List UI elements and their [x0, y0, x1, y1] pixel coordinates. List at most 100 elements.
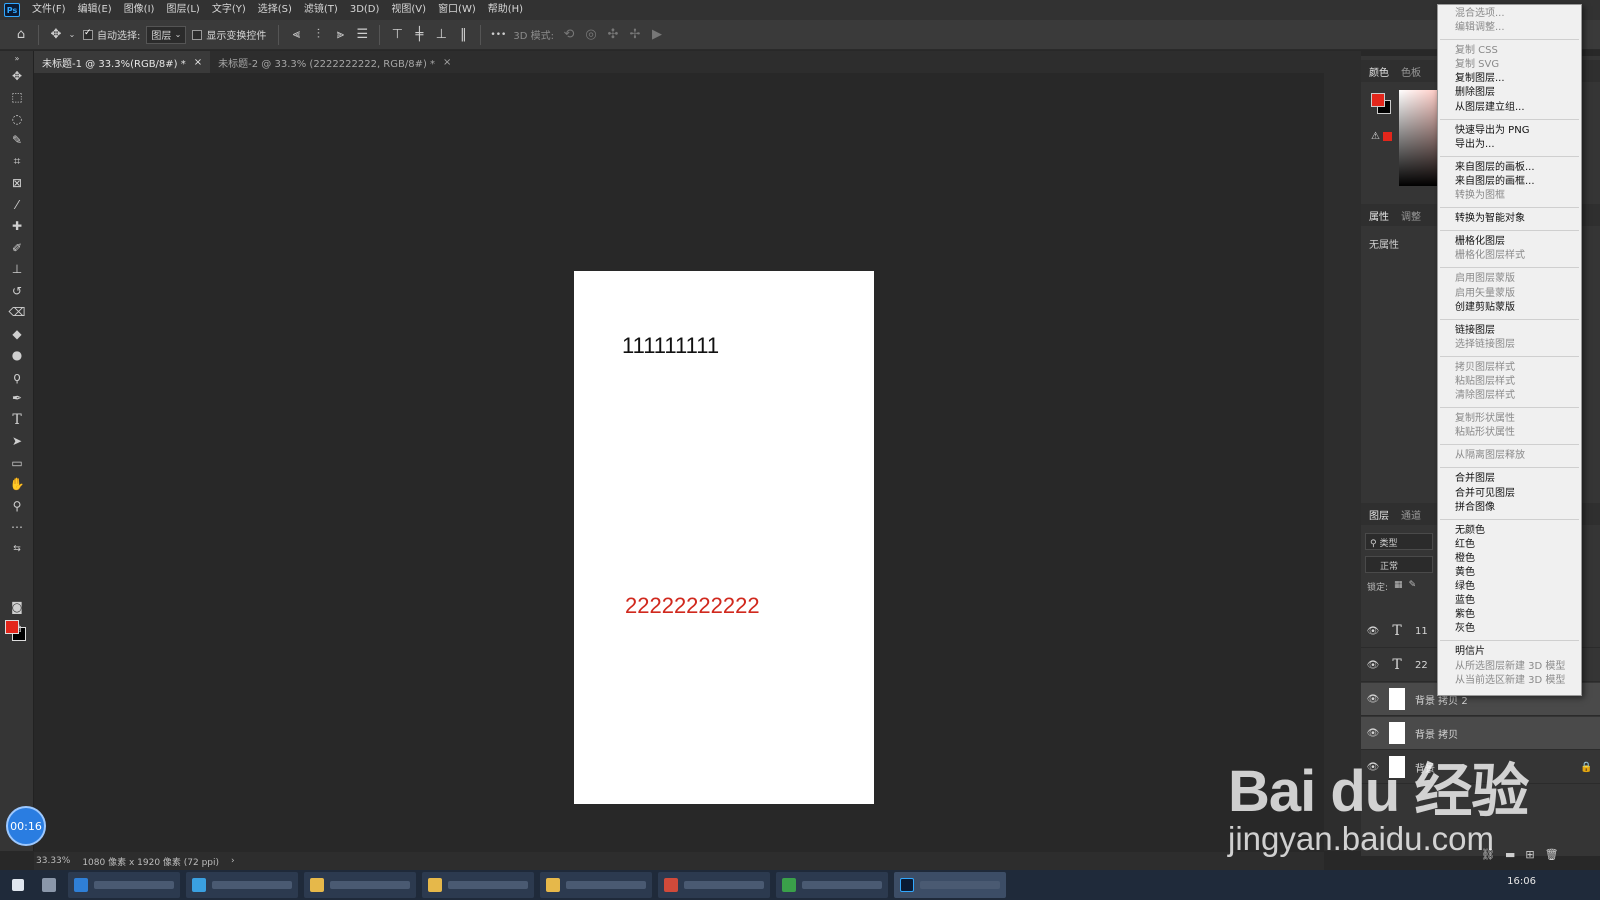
taskbar-app[interactable] — [68, 872, 180, 898]
clone-stamp-tool-icon[interactable]: ⊥ — [0, 259, 34, 281]
eye-icon[interactable]: 👁 — [1361, 762, 1385, 773]
lock-icon[interactable]: 🔒 — [1580, 762, 1600, 773]
close-icon[interactable]: × — [443, 57, 451, 68]
context-menu-item[interactable]: 蓝色 — [1438, 594, 1581, 608]
eye-icon[interactable]: 👁 — [1361, 694, 1385, 705]
context-menu-item[interactable]: 紫色 — [1438, 608, 1581, 622]
new-layer-icon[interactable]: ⊞ — [1525, 848, 1534, 861]
chevron-down-icon[interactable]: ⌄ — [67, 24, 77, 46]
taskbar-app[interactable] — [422, 872, 534, 898]
context-menu-item[interactable]: 拼合图像 — [1438, 501, 1581, 515]
document-canvas[interactable]: 111111111 22222222222 — [574, 271, 874, 804]
context-menu-item[interactable]: 橙色 — [1438, 552, 1581, 566]
layer-filter-select[interactable]: ⚲ 类型 — [1365, 533, 1433, 550]
tab-document-1[interactable]: 未标题-1 @ 33.3%(RGB/8#) * × — [34, 51, 211, 73]
color-panel-foreground-swatch[interactable] — [1371, 93, 1385, 107]
distribute-vertical-icon[interactable]: ‖ — [452, 24, 474, 46]
layer-row[interactable]: 👁 背景 🔒 — [1361, 751, 1600, 784]
distribute-icon[interactable]: ☰ — [351, 24, 373, 46]
context-menu-item[interactable]: 导出为... — [1438, 138, 1581, 152]
tab-color[interactable]: 颜色 — [1369, 64, 1389, 79]
quick-mask-icon[interactable]: ◙ — [0, 596, 34, 618]
roll-3d-icon[interactable]: ◎ — [580, 24, 602, 46]
context-menu-item[interactable]: 链接图层 — [1438, 324, 1581, 338]
menu-view[interactable]: 视图(V) — [385, 0, 432, 20]
menu-type[interactable]: 文字(Y) — [206, 0, 252, 20]
paint-bucket-tool-icon[interactable]: ◆ — [0, 323, 34, 345]
new-group-icon[interactable]: ▬ — [1505, 848, 1515, 861]
tab-channels[interactable]: 通道 — [1401, 507, 1421, 522]
text-layer-2[interactable]: 22222222222 — [625, 593, 760, 619]
taskbar-clock[interactable]: 16:06 — [1507, 876, 1536, 887]
more-options-icon[interactable]: ••• — [487, 24, 509, 46]
foreground-color-swatch[interactable] — [5, 620, 19, 634]
tab-adjustments[interactable]: 调整 — [1401, 208, 1421, 223]
move-tool-icon[interactable]: ✥ — [45, 24, 67, 46]
more-tools-icon[interactable]: ⋯ — [0, 517, 34, 539]
context-menu-item[interactable]: 删除图层 — [1438, 86, 1581, 100]
crop-tool-icon[interactable]: ⌗ — [0, 151, 34, 173]
quick-select-tool-icon[interactable]: ✎ — [0, 130, 34, 152]
lasso-tool-icon[interactable]: ◌ — [0, 108, 34, 130]
lock-pixels-icon[interactable]: ▦ — [1394, 580, 1403, 593]
checkbox-checked-icon[interactable] — [83, 28, 93, 40]
context-menu-item[interactable]: 来自图层的画板... — [1438, 161, 1581, 175]
taskbar-app[interactable] — [540, 872, 652, 898]
pen-tool-icon[interactable]: ✒ — [0, 388, 34, 410]
healing-brush-tool-icon[interactable]: ✚ — [0, 216, 34, 238]
context-menu-item[interactable]: 合并图层 — [1438, 472, 1581, 486]
home-icon[interactable]: ⌂ — [10, 24, 32, 46]
task-view-button[interactable] — [36, 872, 62, 898]
eye-icon[interactable]: 👁 — [1361, 728, 1385, 739]
swap-colors-icon[interactable]: ⇆ — [0, 538, 34, 560]
trash-icon[interactable]: 🗑 — [1545, 848, 1559, 861]
eye-icon[interactable]: 👁 — [1361, 626, 1385, 637]
menu-layer[interactable]: 图层(L) — [160, 0, 205, 20]
menu-3d[interactable]: 3D(D) — [344, 0, 386, 20]
menu-help[interactable]: 帮助(H) — [482, 0, 529, 20]
orbit-3d-icon[interactable]: ⟲ — [558, 24, 580, 46]
taskbar-app[interactable] — [186, 872, 298, 898]
align-right-icon[interactable]: ⫸ — [329, 24, 351, 46]
hand-tool-icon[interactable]: ✋ — [0, 474, 34, 496]
chevron-right-icon[interactable]: › — [231, 856, 235, 866]
align-center-icon[interactable]: ⫶ — [307, 24, 329, 46]
context-menu-item[interactable]: 创建剪贴蒙版 — [1438, 301, 1581, 315]
menu-filter[interactable]: 滤镜(T) — [298, 0, 344, 20]
eraser-tool-icon[interactable]: ⌫ — [0, 302, 34, 324]
zoom-tool-icon[interactable]: ⚲ — [0, 495, 34, 517]
context-menu-item[interactable]: 灰色 — [1438, 622, 1581, 636]
lock-paint-icon[interactable]: ✎ — [1409, 580, 1417, 593]
camera-3d-icon[interactable]: ▶ — [646, 24, 668, 46]
frame-tool-icon[interactable]: ⊠ — [0, 173, 34, 195]
link-layers-icon[interactable]: ⛓ — [1481, 848, 1495, 861]
auto-select-checkbox[interactable]: 自动选择: — [83, 27, 140, 42]
context-menu-item[interactable]: 无颜色 — [1438, 524, 1581, 538]
align-left-icon[interactable]: ⫷ — [285, 24, 307, 46]
collapse-icon[interactable]: » — [0, 51, 34, 65]
context-menu-item[interactable]: 转换为智能对象 — [1438, 212, 1581, 226]
blend-mode-select[interactable]: 正常 — [1365, 556, 1433, 573]
tab-layers[interactable]: 图层 — [1369, 507, 1389, 522]
checkbox-unchecked-icon[interactable] — [192, 29, 203, 40]
taskbar-app-photoshop[interactable] — [894, 872, 1006, 898]
layer-row[interactable]: 👁 背景 拷贝 — [1361, 717, 1600, 750]
context-menu-item[interactable]: 合并可见图层 — [1438, 487, 1581, 501]
context-menu-item[interactable]: 红色 — [1438, 538, 1581, 552]
align-bottom-icon[interactable]: ⊥ — [430, 24, 452, 46]
menu-edit[interactable]: 编辑(E) — [72, 0, 118, 20]
taskbar-app[interactable] — [776, 872, 888, 898]
layer-group-select[interactable]: 图层 ⌄ — [146, 25, 187, 44]
context-menu-item[interactable]: 栅格化图层 — [1438, 235, 1581, 249]
context-menu-item[interactable]: 来自图层的画框... — [1438, 175, 1581, 189]
eye-icon[interactable]: 👁 — [1361, 660, 1385, 671]
move-tool-icon[interactable]: ✥ — [0, 65, 34, 87]
taskbar-app[interactable] — [658, 872, 770, 898]
start-button[interactable] — [6, 872, 30, 898]
context-menu-item[interactable]: 黄色 — [1438, 566, 1581, 580]
path-select-tool-icon[interactable]: ➤ — [0, 431, 34, 453]
dodge-tool-icon[interactable]: ϙ — [0, 366, 34, 388]
type-tool-icon[interactable]: T — [0, 409, 34, 431]
context-menu-item[interactable]: 复制图层... — [1438, 72, 1581, 86]
align-top-icon[interactable]: ⊤ — [386, 24, 408, 46]
